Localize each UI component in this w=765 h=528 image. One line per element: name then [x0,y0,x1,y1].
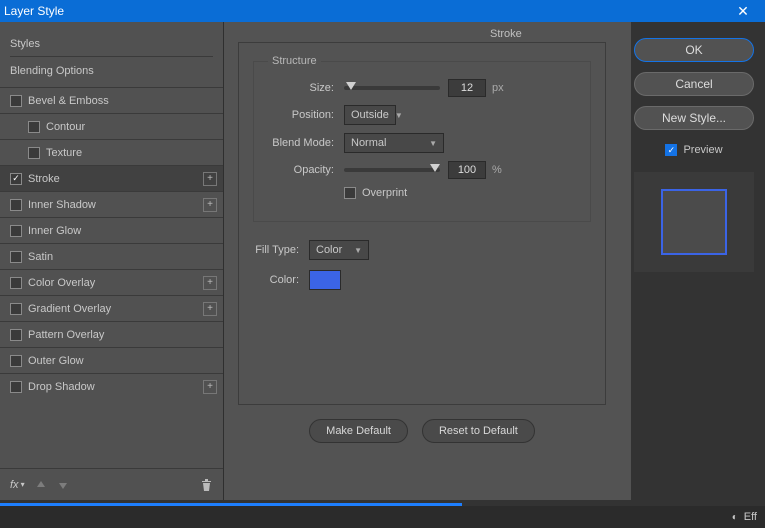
preview-box [661,189,727,255]
overprint-checkbox[interactable] [344,187,356,199]
structure-group: Structure Size: px Position: Outside▼ Bl… [253,55,591,222]
effect-row-satin[interactable]: Satin [0,243,223,269]
effect-row-contour[interactable]: Contour [0,113,223,139]
size-slider[interactable] [344,86,440,90]
effect-label: Drop Shadow [28,381,95,393]
overprint-label: Overprint [362,187,407,199]
effect-checkbox[interactable] [10,329,22,341]
opacity-slider[interactable] [344,168,440,172]
effect-label: Texture [46,147,82,159]
effect-checkbox[interactable] [10,199,22,211]
effect-checkbox[interactable] [10,251,22,263]
titlebar: Layer Style ✕ [0,0,765,22]
right-column: OK Cancel New Style... Preview [631,22,765,500]
preview-thumbnail [634,172,754,272]
effect-label: Pattern Overlay [28,329,104,341]
delete-effect-button[interactable] [200,478,213,492]
filltype-select[interactable]: Color▼ [309,240,369,260]
effect-label: Inner Glow [28,225,81,237]
add-instance-button[interactable]: + [203,172,217,186]
effect-row-texture[interactable]: Texture [0,139,223,165]
add-instance-button[interactable]: + [203,302,217,316]
effect-checkbox[interactable] [10,303,22,315]
effects-sidebar: Styles Blending Options Bevel & Emboss Co… [0,22,224,500]
add-instance-button[interactable]: + [203,380,217,394]
opacity-unit: % [492,164,502,176]
effect-row-drop-shadow[interactable]: Drop Shadow + [0,373,223,399]
effect-row-inner-glow[interactable]: Inner Glow [0,217,223,243]
effect-checkbox[interactable] [28,147,40,159]
move-down-button[interactable] [57,479,69,491]
fx-menu-button[interactable]: fx▾ [10,479,25,491]
chevron-down-icon: ▼ [354,246,362,255]
effect-row-color-overlay[interactable]: Color Overlay + [0,269,223,295]
effect-row-outer-glow[interactable]: Outer Glow [0,347,223,373]
window-title: Layer Style [4,4,64,18]
filltype-label: Fill Type: [253,244,309,256]
cancel-button[interactable]: Cancel [634,72,754,96]
effect-row-pattern-overlay[interactable]: Pattern Overlay [0,321,223,347]
move-up-button[interactable] [35,479,47,491]
settings-panel: Stroke Structure Size: px Position: Outs… [224,22,631,500]
panel-title: Stroke [486,28,526,40]
effect-label: Color Overlay [28,277,95,289]
make-default-button[interactable]: Make Default [309,419,408,443]
effect-label: Inner Shadow [28,199,96,211]
chevron-down-icon: ▼ [429,139,437,148]
effect-row-gradient-overlay[interactable]: Gradient Overlay + [0,295,223,321]
effect-label: Satin [28,251,53,263]
structure-legend: Structure [268,55,321,67]
chevron-down-icon: ▼ [395,111,403,120]
add-instance-button[interactable]: + [203,198,217,212]
blendmode-label: Blend Mode: [268,137,344,149]
new-style-button[interactable]: New Style... [634,106,754,130]
opacity-label: Opacity: [268,164,344,176]
position-select[interactable]: Outside▼ [344,105,396,125]
sidebar-footer: fx▾ [0,468,223,500]
effect-checkbox[interactable] [10,95,22,107]
bottom-bar: ◐ Eff [0,506,765,528]
size-label: Size: [268,82,344,94]
effect-checkbox[interactable] [10,381,22,393]
effect-label: Stroke [28,173,60,185]
preview-checkbox[interactable] [665,144,677,156]
ok-button[interactable]: OK [634,38,754,62]
color-swatch[interactable] [309,270,341,290]
blendmode-select[interactable]: Normal▼ [344,133,444,153]
effect-row-bevel-emboss[interactable]: Bevel & Emboss [0,87,223,113]
opacity-input[interactable] [448,161,486,179]
effect-checkbox[interactable] [10,277,22,289]
preview-label: Preview [683,144,722,156]
effect-checkbox[interactable] [10,173,22,185]
effect-label: Outer Glow [28,355,84,367]
size-input[interactable] [448,79,486,97]
add-instance-button[interactable]: + [203,276,217,290]
close-button[interactable]: ✕ [721,0,765,22]
effect-checkbox[interactable] [10,355,22,367]
effects-toggle-icon[interactable]: ◐ [732,512,738,523]
blending-options-header[interactable]: Blending Options [10,56,213,83]
styles-header[interactable]: Styles [10,32,213,56]
reset-default-button[interactable]: Reset to Default [422,419,535,443]
effect-checkbox[interactable] [10,225,22,237]
color-label: Color: [253,274,309,286]
effects-toggle-label[interactable]: Eff [744,511,757,523]
effect-row-inner-shadow[interactable]: Inner Shadow + [0,191,223,217]
effect-row-stroke[interactable]: Stroke + [0,165,223,191]
position-label: Position: [268,109,344,121]
effect-label: Gradient Overlay [28,303,111,315]
effect-checkbox[interactable] [28,121,40,133]
size-unit: px [492,82,504,94]
effect-label: Contour [46,121,85,133]
effect-label: Bevel & Emboss [28,95,109,107]
